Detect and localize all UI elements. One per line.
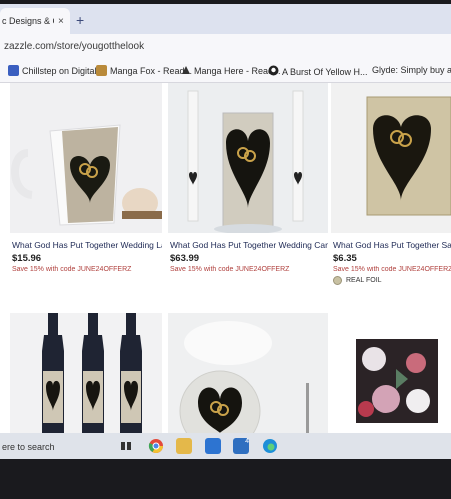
browser-tab[interactable]: c Designs & Col × bbox=[0, 8, 70, 34]
product-image-plate[interactable] bbox=[168, 313, 328, 433]
promo-text: Save 15% with code JUNE24OFFERZ bbox=[170, 266, 290, 273]
product-title[interactable]: What God Has Put Together Save bbox=[333, 240, 451, 250]
bookmark-manga-fox[interactable]: Manga Fox - Read... bbox=[96, 65, 192, 76]
manga-fox-icon bbox=[96, 65, 107, 76]
product-title[interactable]: What God Has Put Together Wedding Can... bbox=[170, 240, 328, 250]
bookmark-burst-of-yellow[interactable]: A Burst Of Yellow H... bbox=[268, 65, 368, 78]
manga-here-icon bbox=[181, 65, 191, 77]
bookmark-label: Glyde: Simply buy a... bbox=[372, 65, 451, 75]
github-icon bbox=[268, 65, 279, 78]
task-view-icon[interactable] bbox=[118, 438, 134, 454]
address-bar[interactable]: zazzle.com/store/yougotthelook bbox=[0, 34, 451, 60]
file-explorer-icon[interactable] bbox=[176, 438, 192, 454]
product-image-wine-bottles[interactable] bbox=[10, 313, 162, 433]
url-text[interactable]: zazzle.com/store/yougotthelook bbox=[4, 41, 144, 52]
tab-strip: c Designs & Col × + bbox=[0, 4, 451, 34]
product-image-card[interactable] bbox=[331, 83, 451, 233]
badge-label: REAL FOIL bbox=[346, 277, 382, 284]
edge-icon[interactable] bbox=[262, 438, 278, 454]
new-tab-button[interactable]: + bbox=[76, 12, 84, 28]
mail-badge: 4 bbox=[245, 438, 249, 445]
store-icon[interactable] bbox=[205, 438, 221, 454]
bookmark-label: A Burst Of Yellow H... bbox=[282, 66, 368, 77]
mail-icon[interactable]: 4 bbox=[233, 438, 249, 454]
product-card-mug[interactable]: What God Has Put Together Wedding Latt..… bbox=[10, 83, 162, 308]
windows-taskbar: ere to search 4 bbox=[0, 433, 451, 459]
product-price: $63.99 bbox=[170, 253, 200, 264]
chillstep-icon bbox=[8, 65, 19, 76]
foil-swatch-icon bbox=[333, 276, 342, 285]
product-title[interactable]: What God Has Put Together Wedding Latt..… bbox=[12, 240, 162, 250]
product-price: $15.96 bbox=[12, 253, 42, 264]
product-card-save-the-date[interactable]: What God Has Put Together Save $6.35 Sav… bbox=[331, 83, 451, 308]
bookmarks-bar: Chillstep on Digitall... Manga Fox - Rea… bbox=[0, 60, 451, 83]
promo-text: Save 15% with code JUNE24OFFERZ bbox=[333, 266, 451, 273]
bookmark-label: Chillstep on Digitall... bbox=[22, 65, 107, 76]
product-image-candles[interactable] bbox=[168, 83, 328, 233]
product-image-mug[interactable] bbox=[10, 83, 162, 233]
tab-title: c Designs & Col bbox=[2, 16, 54, 26]
taskbar-search[interactable]: ere to search bbox=[2, 442, 55, 452]
bookmark-manga-here[interactable]: Manga Here - Read... bbox=[181, 65, 281, 77]
product-price: $6.35 bbox=[333, 253, 357, 264]
close-icon[interactable]: × bbox=[58, 16, 64, 27]
bookmark-chillstep[interactable]: Chillstep on Digitall... bbox=[8, 65, 106, 76]
monitor-screen: c Designs & Col × + zazzle.com/store/you… bbox=[0, 4, 451, 459]
bookmark-glyde[interactable]: Glyde: Simply buy a... bbox=[372, 65, 451, 75]
product-card-candles[interactable]: What God Has Put Together Wedding Can...… bbox=[168, 83, 328, 308]
real-foil-badge: REAL FOIL bbox=[333, 276, 382, 285]
product-grid: What God Has Put Together Wedding Latt..… bbox=[0, 83, 451, 433]
chrome-icon[interactable] bbox=[148, 438, 164, 454]
bookmark-label: Manga Fox - Read... bbox=[110, 65, 193, 76]
product-image-floral-card[interactable] bbox=[356, 339, 438, 423]
promo-text: Save 15% with code JUNE24OFFERZ bbox=[12, 266, 132, 273]
